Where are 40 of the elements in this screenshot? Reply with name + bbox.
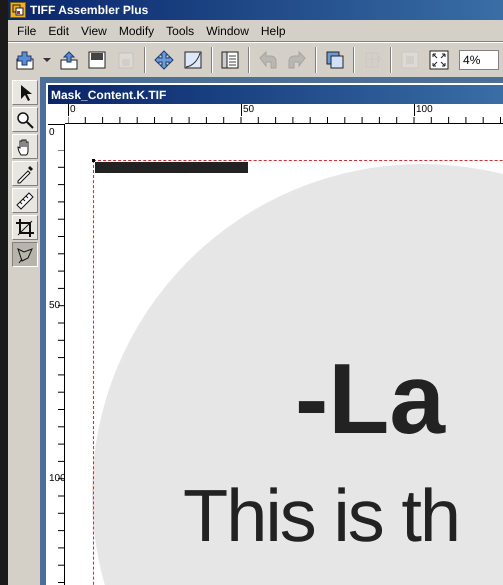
ruler-label: 50 <box>241 104 254 116</box>
fullscreen-icon <box>429 50 450 70</box>
undo-arrow-icon <box>258 50 278 70</box>
crop-tool[interactable] <box>12 215 38 240</box>
ruler-tool[interactable] <box>12 188 38 213</box>
document-list-icon <box>220 50 240 70</box>
folder-upload-icon <box>58 50 79 70</box>
menu-item[interactable]: Tools <box>160 22 200 40</box>
menu-item[interactable]: Edit <box>42 22 76 40</box>
ruler-label: 0 <box>68 104 76 116</box>
menu-item[interactable]: Help <box>254 22 292 40</box>
selection-handle <box>92 159 95 162</box>
crop-icon <box>15 218 35 238</box>
hand-tool[interactable] <box>12 134 38 159</box>
menu-item[interactable]: File <box>11 22 42 40</box>
plus-icon <box>14 50 35 70</box>
menu-item[interactable]: Modify <box>112 22 160 40</box>
window-title: TIFF Assembler Plus <box>30 2 148 19</box>
ruler-label: 50 <box>49 300 60 312</box>
magnifier-icon <box>15 110 35 130</box>
caret-icon <box>42 58 51 62</box>
printer-icon <box>116 50 136 70</box>
lasso-tool[interactable] <box>12 242 38 267</box>
redo-arrow-icon <box>287 50 308 70</box>
body-text: This is th <box>183 479 460 553</box>
magnifier-tool[interactable] <box>12 107 38 132</box>
zoom-field[interactable]: 4% <box>459 50 500 70</box>
curve-graph-icon <box>182 50 203 70</box>
heading-text: -La <box>295 349 445 449</box>
ruler-label: 0 <box>49 127 55 139</box>
menu-item[interactable]: View <box>75 22 113 40</box>
four-arrows-icon <box>154 50 174 70</box>
ruler-icon <box>15 190 35 210</box>
app-icon <box>10 2 26 18</box>
pointer-tool[interactable] <box>12 80 38 105</box>
stacked-windows-icon <box>324 50 345 70</box>
eyedropper-tool[interactable] <box>12 161 38 186</box>
document-title-bar: Mask_Content.K.TIF <box>48 85 503 104</box>
ruler-label: 100 <box>414 104 433 116</box>
menu-item[interactable]: Window <box>200 22 255 40</box>
